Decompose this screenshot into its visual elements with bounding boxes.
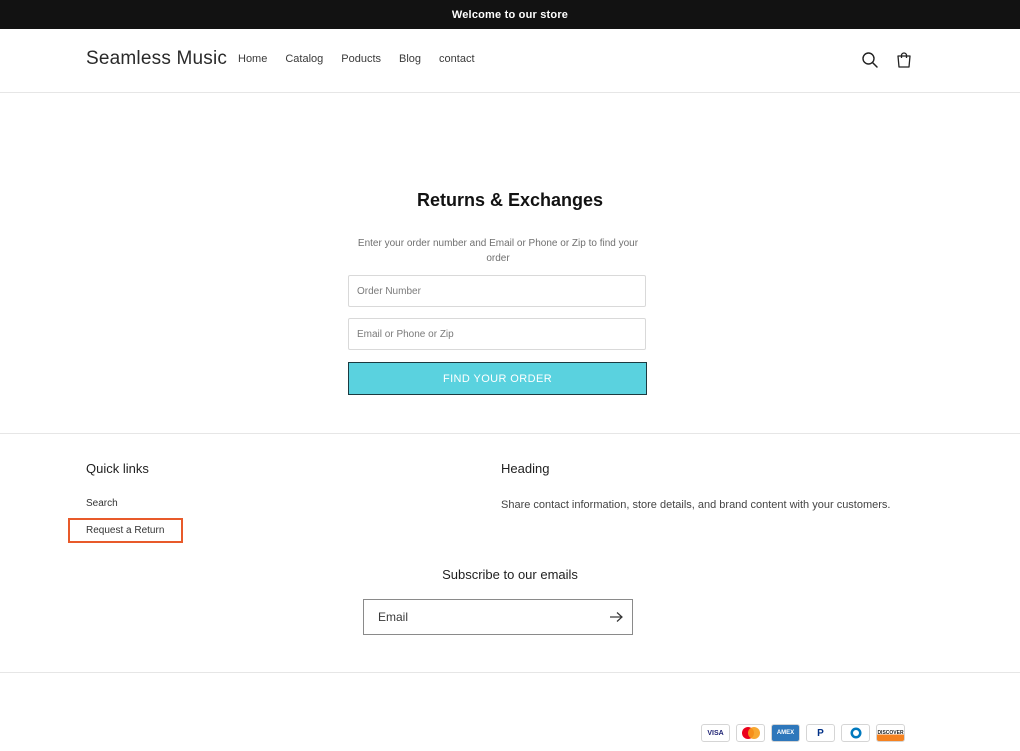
footer-description: Share contact information, store details… — [501, 499, 891, 511]
store-logo[interactable]: Seamless Music — [86, 48, 227, 70]
cart-icon[interactable] — [895, 51, 913, 69]
mastercard-icon — [736, 724, 765, 742]
footer-divider — [0, 433, 1020, 434]
footer-link-search[interactable]: Search — [86, 498, 118, 509]
diners-club-icon — [841, 724, 870, 742]
paypal-icon: P — [806, 724, 835, 742]
payment-icons: VISA AMEX P DISCOVER — [701, 724, 905, 742]
main-nav: Home Catalog Poducts Blog contact — [238, 53, 493, 65]
arrow-right-icon[interactable] — [608, 609, 624, 625]
nav-catalog[interactable]: Catalog — [285, 53, 323, 65]
subscribe-title: Subscribe to our emails — [442, 567, 578, 582]
announcement-text: Welcome to our store — [451, 8, 569, 21]
discover-icon: DISCOVER — [876, 724, 905, 742]
amex-icon: AMEX — [771, 724, 800, 742]
page-title: Returns & Exchanges — [416, 190, 604, 210]
nav-home[interactable]: Home — [238, 53, 267, 65]
announcement-bar: Welcome to our store — [0, 0, 1020, 29]
newsletter-email-input[interactable] — [364, 600, 594, 634]
nav-contact[interactable]: contact — [439, 53, 474, 65]
instructions-text: Enter your order number and Email or Pho… — [357, 238, 639, 264]
site-header: Seamless Music Home Catalog Poducts Blog… — [0, 29, 1020, 93]
find-order-button[interactable]: FIND YOUR ORDER — [348, 362, 647, 395]
order-number-input[interactable] — [348, 275, 646, 307]
email-phone-zip-input[interactable] — [348, 318, 646, 350]
footer-heading: Heading — [501, 461, 550, 476]
bottom-divider — [0, 672, 1020, 673]
search-icon[interactable] — [861, 51, 879, 69]
nav-products[interactable]: Poducts — [341, 53, 381, 65]
visa-icon: VISA — [701, 724, 730, 742]
highlight-box — [68, 518, 183, 543]
quick-links-heading: Quick links — [86, 461, 149, 476]
newsletter-form — [363, 599, 633, 635]
nav-blog[interactable]: Blog — [399, 53, 421, 65]
